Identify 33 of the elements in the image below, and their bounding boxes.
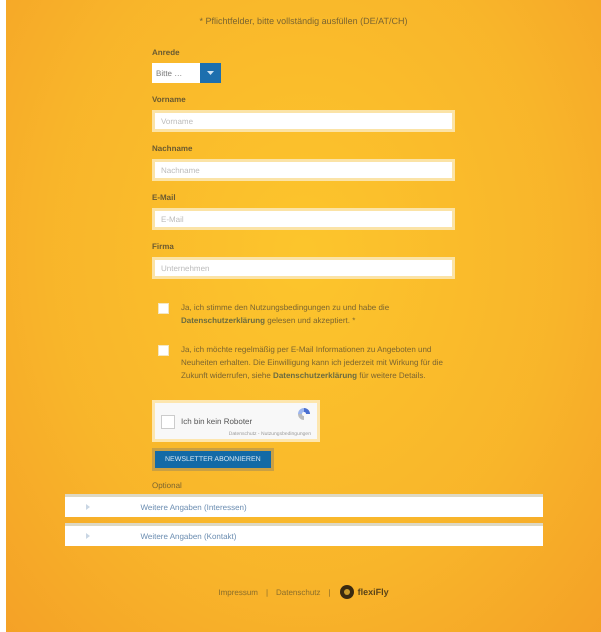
accordion-label: Weitere Angaben (Kontakt) xyxy=(140,532,236,540)
brand-name: flexiFly xyxy=(358,587,389,597)
checkbox[interactable] xyxy=(158,345,169,356)
field-label: Firma xyxy=(152,242,174,251)
text-input[interactable]: Vorname xyxy=(152,110,455,132)
checkbox[interactable] xyxy=(158,303,169,314)
brand-logo-icon xyxy=(338,584,355,600)
separator-text: | xyxy=(266,588,268,596)
chevron-icon xyxy=(84,533,90,539)
accordion-row[interactable]: Weitere Angaben (Interessen) xyxy=(64,494,542,517)
intro-text: * Pflichtfelder, bitte vollständig ausfüllen (DE/AT/CH) xyxy=(200,16,408,26)
section-title: Optional xyxy=(152,481,183,490)
text-input[interactable]: Nachname xyxy=(152,159,455,181)
field-label: Anrede xyxy=(152,48,180,57)
field-label: E-Mail xyxy=(152,193,176,202)
salutation-select[interactable]: Bitte … xyxy=(152,63,200,83)
chevron-icon xyxy=(84,504,90,510)
text-input[interactable]: E-Mail xyxy=(152,208,455,230)
captcha-label: Ich bin kein Roboter xyxy=(181,416,254,426)
captcha-logo-icon xyxy=(297,407,311,421)
field-label: Nachname xyxy=(152,144,192,153)
accordion-row[interactable]: Weitere Angaben (Kontakt) xyxy=(64,523,542,546)
captcha-checkbox[interactable] xyxy=(161,415,175,429)
footer-link[interactable]: Datenschutz xyxy=(276,588,320,596)
footer-link[interactable]: Impressum xyxy=(218,588,258,596)
separator-text: | xyxy=(328,588,331,596)
caret-icon xyxy=(207,71,214,75)
accordion-label: Weitere Angaben (Interessen) xyxy=(140,502,247,512)
consent-text: Ja, ich möchte regelmäßig per E-Mail Informationen zu Angeboten und Neuheiten erhalten. Die Einwilligung kann ich jederzeit mit Wirkung für die Zukunft widerrufen, siehe Datenschutzerklärung für weitere Details. xyxy=(181,344,444,382)
consent-text: Ja, ich stimme den Nutzungsbedingungen zu und habe die Datenschutzerklärung gelesen und akzeptiert. * xyxy=(181,302,390,327)
field-label: Vorname xyxy=(152,95,186,104)
dropdown-button[interactable] xyxy=(200,63,221,83)
text-input[interactable]: Unternehmen xyxy=(152,257,455,279)
